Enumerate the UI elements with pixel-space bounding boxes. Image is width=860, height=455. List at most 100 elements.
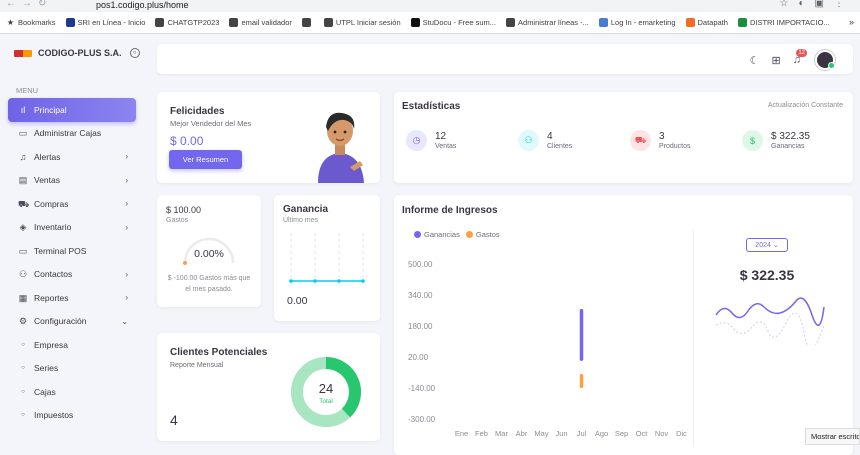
sidebar-item-compras[interactable]: ⛟ Compras › bbox=[8, 192, 136, 216]
bookmark-item[interactable]: Administrar líneas -... bbox=[506, 18, 589, 27]
bookmarks-overflow-icon[interactable]: » bbox=[849, 17, 854, 27]
sidebar-item-label: Ventas bbox=[34, 175, 60, 186]
top-navbar: ☾ ⊞ ♫ 12 bbox=[157, 44, 853, 74]
potential-clients-subtitle: Reporte Mensual bbox=[170, 362, 224, 369]
x-tick-label: Jul bbox=[577, 429, 587, 438]
bookmark-favicon-icon bbox=[155, 18, 165, 27]
x-tick-label: May bbox=[534, 429, 548, 438]
sidebar-item-alertas[interactable]: ♫ Alertas › bbox=[8, 145, 136, 169]
sidebar-item-label: Configuración bbox=[34, 316, 87, 327]
terminal-icon: ▭ bbox=[18, 245, 28, 256]
stat-label: Productos bbox=[659, 143, 691, 150]
bar-ganancias-jul[interactable] bbox=[579, 309, 584, 361]
circle-icon: ○ bbox=[21, 341, 25, 348]
sidebar-item-inventario[interactable]: ◈ Inventario › bbox=[8, 216, 136, 240]
profit-subtitle: Último mes bbox=[283, 217, 319, 224]
browser-toolbar-icons[interactable]: ☆◐▣⋮ bbox=[780, 0, 854, 9]
bookmark-item[interactable]: CHATGTP2023 bbox=[155, 18, 219, 27]
bookmark-label: DISTRI IMPORTACIO... bbox=[749, 18, 830, 27]
sidebar-item-label: Contactos bbox=[34, 269, 73, 280]
chevron-down-icon: ⌄ bbox=[121, 316, 128, 326]
browser-nav-icons[interactable]: ←→↻ bbox=[6, 0, 52, 9]
circle-icon: ○ bbox=[21, 365, 25, 372]
grid-shortcuts-icon[interactable]: ⊞ bbox=[772, 54, 781, 67]
congrats-title: Felicidades bbox=[170, 106, 225, 117]
circle-icon: ○ bbox=[21, 388, 25, 395]
bookmark-item[interactable] bbox=[301, 18, 314, 27]
bookmark-item[interactable]: Log In - emarketing bbox=[598, 18, 676, 27]
bookmark-item[interactable]: SRI en Línea - Inicio bbox=[65, 18, 146, 27]
bookmark-favicon-icon bbox=[301, 18, 311, 27]
sidebar-item-terminal-pos[interactable]: ▭ Terminal POS bbox=[8, 239, 136, 263]
chevron-right-icon: › bbox=[125, 293, 128, 303]
expenses-label: Gastos bbox=[166, 217, 189, 224]
bookmark-item[interactable]: DISTRI IMPORTACIO... bbox=[737, 18, 830, 27]
sidebar-item-principal[interactable]: ıl Principal bbox=[8, 98, 136, 122]
bookmark-favicon-icon bbox=[598, 18, 608, 27]
expenses-percent: 0.00% bbox=[194, 248, 224, 260]
bookmark-favicon-icon bbox=[65, 18, 75, 27]
x-tick-label: Ene bbox=[455, 429, 468, 438]
sidebar-item-label: Alertas bbox=[34, 151, 61, 162]
bookmark-item[interactable]: email validador bbox=[229, 18, 292, 27]
bookmark-item[interactable]: StuDocu - Free sum... bbox=[410, 18, 497, 27]
sidebar-item-empresa[interactable]: ○ Empresa bbox=[8, 333, 136, 357]
moon-icon[interactable]: ☾ bbox=[750, 54, 760, 67]
stat-label: Clientes bbox=[547, 143, 573, 150]
bookmark-item[interactable]: ★ Bookmarks bbox=[6, 18, 56, 27]
sidebar-item-label: Terminal POS bbox=[34, 245, 87, 256]
statistics-card: Estadísticas Actualización Constante ◷ 12… bbox=[394, 92, 853, 183]
bookmark-favicon-icon bbox=[737, 18, 747, 27]
chevron-right-icon: › bbox=[125, 199, 128, 209]
sidebar-item-reportes[interactable]: ▦ Reportes › bbox=[8, 286, 136, 310]
avatar[interactable] bbox=[815, 50, 835, 70]
x-tick-label: Jun bbox=[555, 429, 567, 438]
browser-url-bar: ←→↻ pos1.codigo.plus/home ☆◐▣⋮ bbox=[0, 0, 860, 12]
stat-productos: ⛟ 3 Productos bbox=[630, 130, 691, 151]
sidebar-item-contactos[interactable]: ⚇ Contactos › bbox=[8, 263, 136, 287]
bookmark-label: Administrar líneas -... bbox=[518, 18, 589, 27]
circle-icon: ○ bbox=[21, 412, 25, 419]
profit-value: 0.00 bbox=[287, 295, 308, 307]
bar-gastos-jul[interactable] bbox=[579, 374, 584, 388]
sidebar-item-ventas[interactable]: ▤ Ventas › bbox=[8, 169, 136, 193]
x-tick-label: Oct bbox=[636, 429, 649, 438]
sidebar-item-label: Cajas bbox=[34, 386, 56, 397]
sidebar-item-impuestos[interactable]: ○ Impuestos bbox=[8, 404, 136, 428]
ver-resumen-button[interactable]: Ver Resumen bbox=[169, 150, 242, 169]
sidebar-item-administrar-cajas[interactable]: ▭ Administrar Cajas bbox=[8, 122, 136, 146]
profit-card: Ganancia Último mes 0.00 bbox=[274, 195, 380, 321]
calendar-icon: ▦ bbox=[18, 292, 28, 303]
sidebar-item-cajas[interactable]: ○ Cajas bbox=[8, 380, 136, 404]
sidebar-item-series[interactable]: ○ Series bbox=[8, 357, 136, 381]
notifications-bell-icon[interactable]: ♫ 12 bbox=[793, 49, 807, 66]
bookmark-item[interactable]: UTPL Iniciar sesión bbox=[323, 18, 401, 27]
document-icon: ▤ bbox=[18, 175, 28, 186]
year-dropdown[interactable]: 2024 ⌄ bbox=[746, 238, 788, 252]
bookmark-item[interactable]: Datapath bbox=[685, 18, 728, 27]
brand[interactable]: CODIGO-PLUS S.A. ○ bbox=[14, 48, 140, 58]
sidebar-item-label: Administrar Cajas bbox=[34, 128, 102, 139]
url-text[interactable]: pos1.codigo.plus/home bbox=[96, 0, 189, 10]
sidebar-item-configuraci-n[interactable]: ⚙ Configuración ⌄ bbox=[8, 310, 136, 334]
x-tick-label: Mar bbox=[495, 429, 508, 438]
profit-title: Ganancia bbox=[283, 204, 329, 215]
expenses-card: $ 100.00 Gastos 0.00% $ -100.00 Gastos m… bbox=[157, 195, 261, 307]
congrats-subtitle: Mejor Vendedor del Mes bbox=[170, 119, 252, 128]
bookmark-label: CHATGTP2023 bbox=[167, 18, 220, 27]
chart-divider bbox=[693, 230, 694, 445]
sidebar-item-label: Empresa bbox=[34, 339, 69, 350]
cash-register-icon: ▭ bbox=[18, 128, 28, 139]
legend-gastos: Gastos bbox=[475, 230, 500, 239]
collapse-toggle-icon[interactable]: ○ bbox=[129, 48, 140, 58]
bookmark-favicon-icon bbox=[685, 18, 695, 27]
legend-ganancias: Ganancias bbox=[424, 230, 460, 239]
stat-clientes: ⚇ 4 Clientes bbox=[518, 130, 572, 151]
bookmark-label: StuDocu - Free sum... bbox=[422, 18, 497, 27]
stat-ventas: ◷ 12 Ventas bbox=[406, 130, 456, 151]
sidebar-item-label: Reportes bbox=[34, 292, 69, 303]
bookmark-label: SRI en Línea - Inicio bbox=[77, 18, 146, 27]
bookmarks-bar: ★ Bookmarks SRI en Línea - Inicio CHATGTP20… bbox=[0, 12, 860, 34]
potential-clients-card: Clientes Potenciales Reporte Mensual 4 2… bbox=[157, 333, 380, 441]
bookmark-favicon-icon bbox=[229, 18, 239, 27]
